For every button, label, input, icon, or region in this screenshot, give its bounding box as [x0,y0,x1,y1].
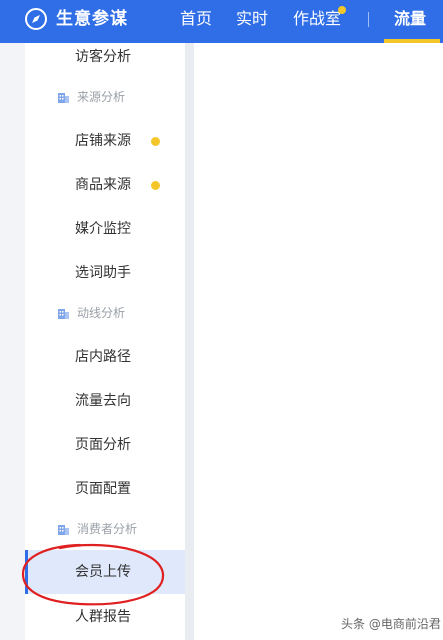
app-brand-title: 生意参谋 [56,9,128,29]
sidebar-item-product-source[interactable]: 商品来源 [25,163,185,207]
watermark-text: 头条 @电商前沿君 [341,617,441,631]
building-icon [58,93,69,103]
sidebar-item-media-monitor[interactable]: 媒介监控 [25,207,185,251]
red-annotation-circle [21,543,165,606]
sidebar-item-badge-dot [151,137,160,146]
nav-war-room-badge-dot [338,6,346,14]
sidebar-group-path-analysis: 动线分析 [25,299,185,329]
building-icon [58,525,69,535]
sidebar-item-traffic-destination[interactable]: 流量去向 [25,379,185,423]
panel-separator [185,43,194,640]
sidebar-group-label: 动线分析 [77,306,126,320]
sidebar-item-label: 选词助手 [75,265,131,281]
sidebar-item-page-analysis[interactable]: 页面分析 [25,423,185,467]
sidebar-item-in-store-path[interactable]: 店内路径 [25,335,185,379]
sidebar-group-label: 消费者分析 [77,522,138,536]
sidebar-group-source-analysis: 来源分析 [25,83,185,113]
compass-icon [25,8,47,30]
sidebar-item-label: 页面配置 [75,481,131,497]
sidebar-item-label: 页面分析 [75,437,131,453]
sidebar-item-keyword-assistant[interactable]: 选词助手 [25,251,185,295]
sidebar-item-badge-dot [151,181,160,190]
main-content-area [194,43,443,640]
sidebar-item-visitor-analysis[interactable]: 访客分析 [25,35,185,79]
sidebar-item-page-config[interactable]: 页面配置 [25,467,185,511]
nav-home[interactable]: 首页 [180,8,212,30]
sidebar-item-label: 访客分析 [75,49,131,65]
nav-divider [368,12,369,27]
sidebar-item-label: 媒介监控 [75,221,131,237]
nav-war-room[interactable]: 作战室 [293,8,341,30]
sidebar-item-label: 店铺来源 [75,133,131,149]
sidebar-item-shop-source[interactable]: 店铺来源 [25,119,185,163]
building-icon [58,309,69,319]
sidebar-item-label: 店内路径 [75,349,131,365]
sidebar-item-label: 人群报告 [75,609,131,625]
sidebar-item-label: 商品来源 [75,177,131,193]
nav-traffic[interactable]: 流量 [394,8,426,30]
sidebar-item-label: 流量去向 [75,393,131,409]
sidebar-group-label: 来源分析 [77,90,126,104]
nav-realtime[interactable]: 实时 [236,8,268,30]
